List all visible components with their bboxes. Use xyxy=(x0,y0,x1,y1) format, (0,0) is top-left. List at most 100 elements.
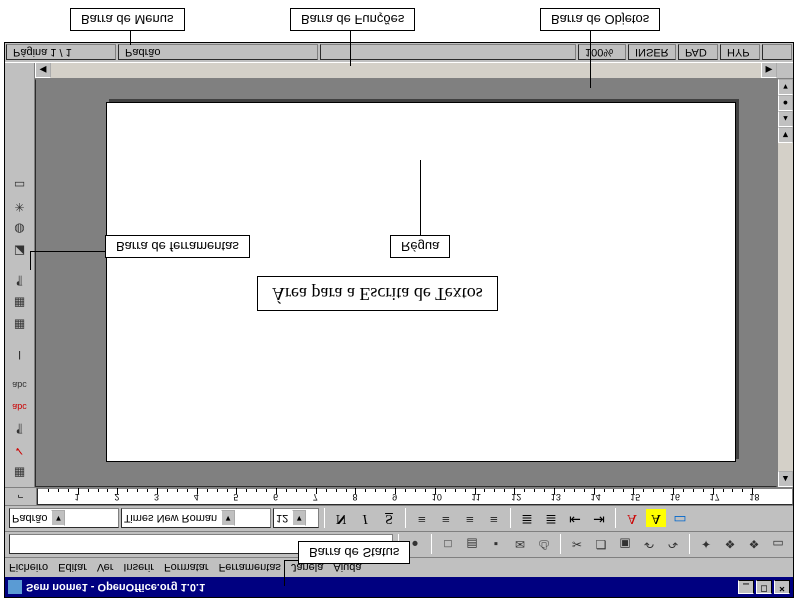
browse-nav-icon[interactable]: ● xyxy=(778,95,793,111)
font-size-combo[interactable]: 12 ▼ xyxy=(273,509,319,529)
paragraph-style-value: Padrão xyxy=(12,513,47,525)
stylist-icon[interactable]: ❖ xyxy=(719,535,741,555)
leader-line xyxy=(350,30,351,66)
menu-formatar[interactable]: Formatar xyxy=(164,562,209,574)
chevron-down-icon[interactable]: ▼ xyxy=(51,511,65,527)
font-name-value: Times New Roman xyxy=(124,513,217,525)
menu-ver[interactable]: Ver xyxy=(97,562,114,574)
align-right-icon[interactable]: ≡ xyxy=(459,509,481,529)
highlight-icon[interactable]: A xyxy=(645,509,667,529)
horizontal-ruler[interactable]: 123456789101112131415161718 xyxy=(37,488,793,505)
menu-inserir[interactable]: Inserir xyxy=(123,562,154,574)
graphics-icon[interactable]: ▦ xyxy=(9,293,31,313)
leader-line xyxy=(30,251,105,252)
vertical-scrollbar[interactable]: ▲ ▼ ▴ ● ▾ xyxy=(777,79,793,487)
nonprinting-icon[interactable]: ▦ xyxy=(9,315,31,335)
navigator-icon[interactable]: ✦ xyxy=(695,535,717,555)
background-color-icon[interactable]: ▭ xyxy=(669,509,691,529)
align-left-icon[interactable]: ≡ xyxy=(411,509,433,529)
callout-ruler: Régua xyxy=(390,235,450,258)
scroll-track[interactable] xyxy=(51,63,761,78)
separator xyxy=(560,535,561,555)
menu-editar[interactable]: Editar xyxy=(58,562,87,574)
find-replace-icon[interactable]: abc xyxy=(9,375,31,395)
numbered-list-icon[interactable]: ≣ xyxy=(516,509,538,529)
insert-frame-icon[interactable]: ▭ xyxy=(9,175,31,195)
status-hyp[interactable]: HYP xyxy=(720,45,760,61)
status-extra xyxy=(762,45,792,61)
document-viewport[interactable]: Área para a Escrita de Textos xyxy=(35,79,777,487)
cursor-icon[interactable]: I xyxy=(9,345,31,365)
chevron-down-icon[interactable]: ▼ xyxy=(221,511,235,527)
scroll-down-icon[interactable]: ▼ xyxy=(778,127,793,143)
new-icon[interactable]: □ xyxy=(437,535,459,555)
paste-icon[interactable]: ▣ xyxy=(614,535,636,555)
status-insert[interactable]: INSER xyxy=(628,45,676,61)
minimize-button[interactable]: _ xyxy=(738,580,754,594)
maximize-button[interactable]: □ xyxy=(756,580,772,594)
online-layout-icon[interactable]: ¶ xyxy=(9,271,31,291)
italic-button[interactable]: I xyxy=(354,509,376,529)
status-bar: Página 1 / 1 Padrão 100% INSER PAD HYP xyxy=(5,43,793,63)
status-template: Padrão xyxy=(118,45,318,61)
status-pad[interactable]: PAD xyxy=(678,45,718,61)
bold-button[interactable]: N xyxy=(330,509,352,529)
application-window: Sem nome1 - OpenOffice.org 1.0.1 _ □ × F… xyxy=(4,42,794,598)
object-toolbar: Padrão ▼ Times New Roman ▼ 12 ▼ N I S ≡ … xyxy=(5,505,793,531)
align-center-icon[interactable]: ≡ xyxy=(435,509,457,529)
scroll-right-icon[interactable]: ▶ xyxy=(761,62,777,78)
chevron-down-icon[interactable]: ▼ xyxy=(292,511,306,527)
scroll-left-icon[interactable]: ◀ xyxy=(35,62,51,78)
callout-objects: Barra de Objetos xyxy=(540,8,660,31)
ruler-row: ⌐ 123456789101112131415161718 xyxy=(5,487,793,505)
draw-icon[interactable]: ◪ xyxy=(9,241,31,261)
separator xyxy=(510,509,511,529)
prev-page-icon[interactable]: ▴ xyxy=(778,111,793,127)
document-text: Área para a Escrita de Textos xyxy=(272,284,483,304)
form-icon[interactable]: ◍ xyxy=(9,219,31,239)
spellcheck-icon[interactable]: ✓ xyxy=(9,441,31,461)
decrease-indent-icon[interactable]: ⇤ xyxy=(564,509,586,529)
mail-icon[interactable]: ✉ xyxy=(509,535,531,555)
scroll-up-icon[interactable]: ▲ xyxy=(778,471,793,487)
callout-functions: Barra de Funções xyxy=(290,8,415,31)
hyperlink-icon[interactable]: ❖ xyxy=(743,535,765,555)
leader-line xyxy=(284,561,285,586)
paragraph-style-combo[interactable]: Padrão ▼ xyxy=(9,509,119,529)
menu-ferramentas[interactable]: Ferramentas xyxy=(219,562,281,574)
align-justify-icon[interactable]: ≡ xyxy=(483,509,505,529)
undo-icon[interactable]: ↶ xyxy=(638,535,660,555)
insert-table-icon[interactable]: ▦ xyxy=(9,463,31,483)
cut-icon[interactable]: ✂ xyxy=(566,535,588,555)
status-zoom[interactable]: 100% xyxy=(578,45,626,61)
ruler-corner: ⌐ xyxy=(5,488,37,505)
increase-indent-icon[interactable]: ⇥ xyxy=(588,509,610,529)
font-color-icon[interactable]: A xyxy=(621,509,643,529)
callout-menus: Barra de Menus xyxy=(70,8,185,31)
close-button[interactable]: × xyxy=(774,580,790,594)
menu-ficheiro[interactable]: Ficheiro xyxy=(9,562,48,574)
scroll-track[interactable] xyxy=(778,143,793,471)
underline-button[interactable]: S xyxy=(378,509,400,529)
data-source-icon[interactable]: ¶ xyxy=(9,419,31,439)
next-page-icon[interactable]: ▾ xyxy=(778,79,793,95)
insert-object-icon[interactable]: ✳ xyxy=(9,197,31,217)
font-size-value: 12 xyxy=(276,513,288,525)
copy-icon[interactable]: ❐ xyxy=(590,535,612,555)
leader-line xyxy=(420,160,421,238)
separator xyxy=(615,509,616,529)
gallery-icon[interactable]: ▭ xyxy=(767,535,789,555)
print-icon[interactable]: ⎙ xyxy=(533,535,555,555)
open-icon[interactable]: ▤ xyxy=(461,535,483,555)
redo-icon[interactable]: ↷ xyxy=(662,535,684,555)
title-bar[interactable]: Sem nome1 - OpenOffice.org 1.0.1 _ □ × xyxy=(5,577,793,597)
app-icon xyxy=(8,580,22,594)
document-page[interactable]: Área para a Escrita de Textos xyxy=(106,102,736,462)
font-name-combo[interactable]: Times New Roman ▼ xyxy=(121,509,271,529)
save-icon[interactable]: ▪ xyxy=(485,535,507,555)
auto-spellcheck-icon[interactable]: abc xyxy=(9,397,31,417)
status-blank xyxy=(320,45,576,61)
bullet-list-icon[interactable]: ≣ xyxy=(540,509,562,529)
leader-line xyxy=(130,30,131,45)
horizontal-scrollbar[interactable]: ◀ ▶ xyxy=(35,63,793,79)
